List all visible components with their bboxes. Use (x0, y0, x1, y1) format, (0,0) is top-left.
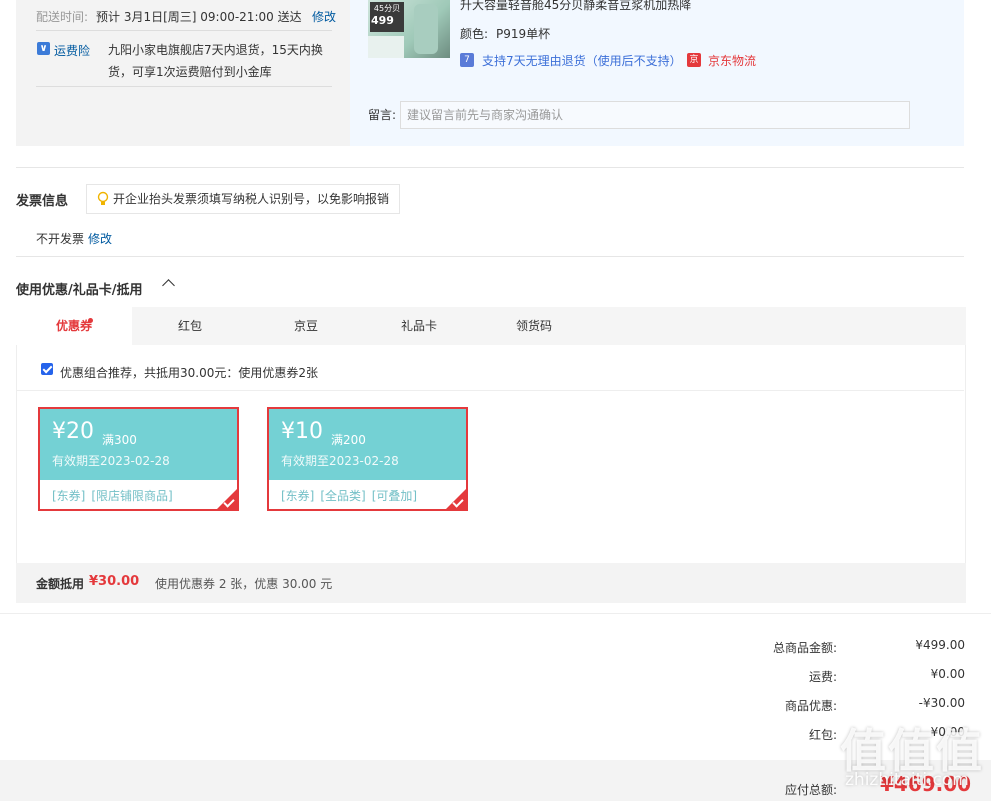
watermark-site: zhizhitaiti.com (845, 770, 969, 790)
coupon-tag: [东券] (281, 489, 315, 503)
insurance-label[interactable]: 运费险 (54, 42, 90, 59)
product-color-value: P919单杯 (496, 27, 551, 41)
coupon-condition: 满300 (102, 433, 137, 447)
delivery-time: 预计 3月1日[周三] 09:00-21:00 送达 (96, 10, 302, 24)
message-input[interactable]: 建议留言前先与商家沟通确认 (400, 101, 910, 129)
insurance-desc-line2: 货，可享1次运费赔付到小金库 (108, 65, 272, 79)
fee-label: 红包: (808, 728, 837, 742)
coupon-tag: [限店铺限商品] (91, 489, 173, 503)
product-image[interactable]: 45分贝 499 (368, 0, 450, 58)
delivery-divider (36, 30, 332, 31)
summary-text: 使用优惠券 2 张，优惠 30.00 元 (155, 577, 333, 591)
coupon-divider (17, 390, 964, 391)
coupon-tag: [东券] (52, 489, 86, 503)
tab-coupon[interactable]: 优惠券 (16, 307, 132, 345)
recommend-checkbox[interactable] (41, 363, 53, 375)
coupon-condition: 满200 (331, 433, 366, 447)
tab-coupon-label: 优惠券 (55, 319, 92, 333)
discount-tabs: 优惠券 红包 京豆 礼品卡 领货码 (16, 307, 966, 345)
shield-icon: ∨ (37, 42, 50, 55)
invoice-tip: 开企业抬头发票须填写纳税人识别号，以免影响报销 (86, 184, 400, 214)
coupon-tag: [可叠加] (371, 489, 418, 503)
invoice-tip-text: 开企业抬头发票须填写纳税人识别号，以免影响报销 (113, 192, 390, 206)
coupon-card[interactable]: ¥20 满300 有效期至2023-02-28 [东券] [限店铺限商品] (38, 407, 239, 511)
new-dot-icon (88, 318, 93, 323)
product-image-strip (368, 36, 404, 58)
section-divider-2 (16, 256, 964, 257)
product-bottle-shape (414, 4, 438, 54)
coupon-tags: [东券] [限店铺限商品] (52, 487, 179, 504)
lightbulb-icon (97, 191, 109, 205)
chevron-up-icon[interactable] (162, 279, 175, 292)
product-title[interactable]: 升大容量轻音舱45分贝静柔音豆浆机加热降 (460, 0, 691, 13)
jd-logistics-icon: 京 (687, 53, 701, 67)
discount-summary-bar: 金额抵用 ¥30.00 使用优惠券 2 张，优惠 30.00 元 (16, 563, 966, 603)
coupon-valid: 有效期至2023-02-28 (281, 454, 399, 468)
product-color-label: 颜色: (460, 27, 489, 41)
coupon-tag: [全品类] (320, 489, 366, 503)
insurance-divider (36, 86, 332, 87)
total-label: 应付总额: (784, 783, 837, 797)
fee-value: ¥499.00 (915, 638, 965, 652)
seven-day-return-icon: 7 (460, 53, 474, 67)
coupon-amount: ¥10 (281, 419, 323, 444)
delivery-edit-link[interactable]: 修改 (312, 8, 336, 25)
section-divider-1 (16, 167, 964, 168)
discount-title[interactable]: 使用优惠/礼品卡/抵用 (16, 279, 143, 298)
insurance-desc-line1: 九阳小家电旗舰店7天内退货，15天内换 (108, 43, 323, 57)
summary-amount: ¥30.00 (89, 574, 140, 589)
delivery-label: 配送时间: (36, 10, 89, 24)
service-text: 支持7天无理由退货（使用后不支持） (482, 54, 682, 68)
coupon-amount: ¥20 (52, 419, 94, 444)
tab-gift-card[interactable]: 礼品卡 (364, 307, 474, 345)
coupon-tags: [东券] [全品类] [可叠加] (281, 487, 423, 504)
fee-label: 总商品金额: (772, 641, 837, 655)
fee-value: -¥30.00 (918, 696, 965, 710)
tab-jd-beans[interactable]: 京豆 (248, 307, 364, 345)
invoice-title: 发票信息 (16, 194, 69, 209)
summary-label: 金额抵用 (36, 577, 85, 591)
recommend-text: 优惠组合推荐，共抵用30.00元：使用优惠券2张 (60, 366, 318, 380)
fee-label: 运费: (808, 670, 837, 684)
fee-label: 商品优惠: (784, 699, 837, 713)
fee-value: ¥0.00 (930, 667, 965, 681)
coupon-valid: 有效期至2023-02-28 (52, 454, 170, 468)
invoice-value: 不开发票 (36, 232, 85, 246)
logistics-text: 京东物流 (708, 54, 757, 68)
product-image-price: 499 (371, 14, 394, 27)
tab-red-packet[interactable]: 红包 (132, 307, 248, 345)
coupon-card[interactable]: ¥10 满200 有效期至2023-02-28 [东券] [全品类] [可叠加] (267, 407, 468, 511)
invoice-edit-link[interactable]: 修改 (88, 230, 112, 247)
tab-redeem-code[interactable]: 领货码 (474, 307, 594, 345)
message-label: 留言: (368, 108, 397, 122)
section-divider-3 (0, 613, 991, 614)
